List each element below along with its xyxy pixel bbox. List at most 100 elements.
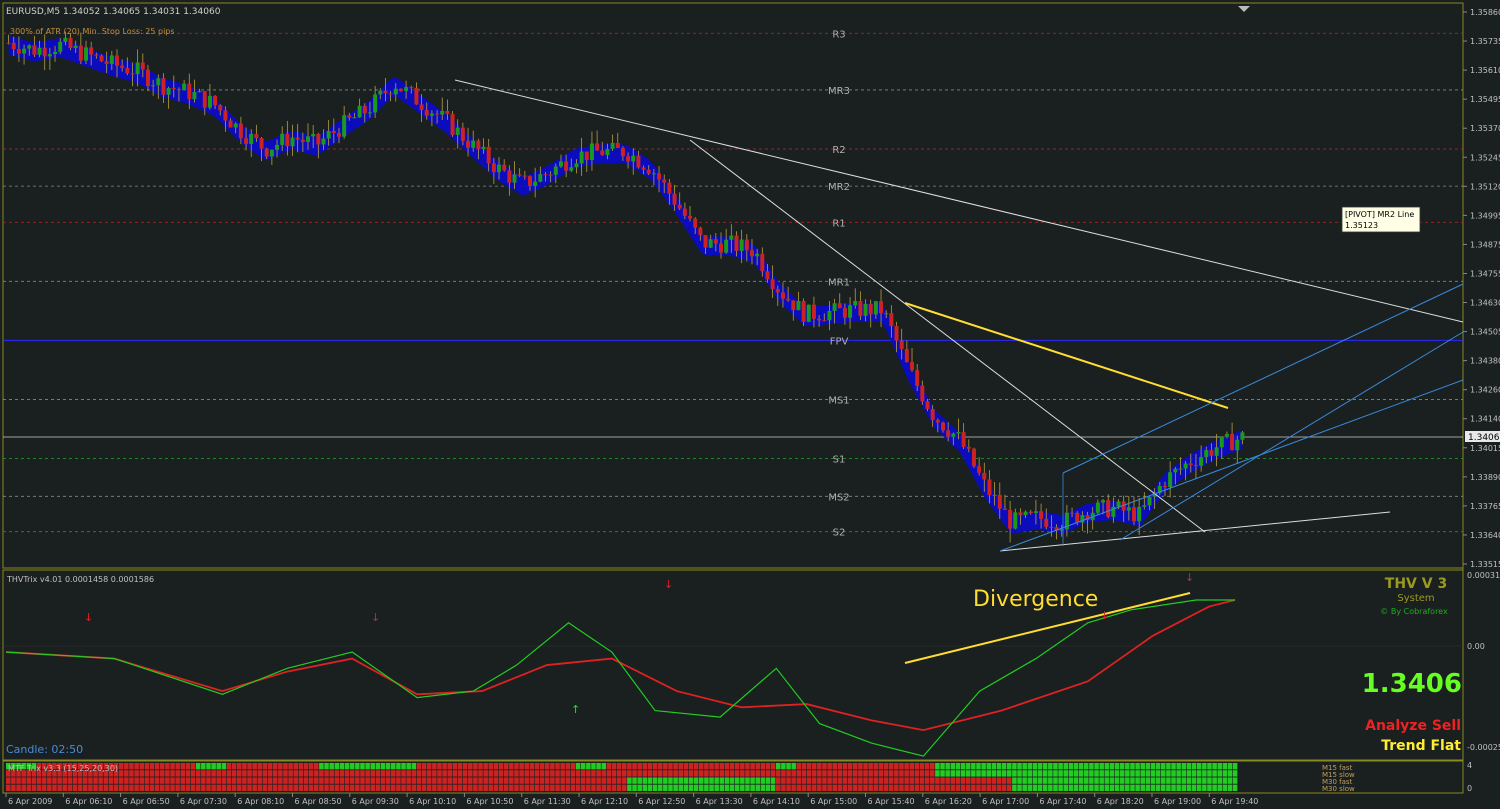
bear-candle — [450, 113, 455, 135]
bear-candle — [1008, 509, 1013, 529]
time-tick-label: 6 Apr 06:10 — [65, 797, 112, 806]
mtf-cell — [124, 770, 129, 777]
mtf-cell — [262, 784, 268, 791]
mtf-cell — [47, 784, 52, 791]
price-panel[interactable] — [2, 2, 1464, 569]
indicator-panel[interactable] — [2, 569, 1464, 761]
bull-candle — [373, 94, 378, 113]
mtf-cell — [806, 784, 812, 791]
mtf-cell — [545, 763, 550, 770]
mtf-cell — [1048, 784, 1053, 791]
mtf-cell — [801, 777, 807, 784]
mtf-cell — [991, 770, 997, 777]
mtf-cell — [1186, 784, 1192, 791]
mtf-cell — [1114, 763, 1120, 770]
bear-candle — [971, 448, 976, 467]
mtf-cell — [365, 770, 370, 777]
mtf-cell — [498, 784, 504, 791]
bear-candle — [522, 175, 527, 177]
mtf-cell — [642, 777, 648, 784]
mtf-cell — [950, 777, 956, 784]
mtf-cell — [858, 777, 863, 784]
mtf-cell — [627, 770, 632, 777]
mtf-cell — [206, 763, 211, 770]
mtf-cell — [401, 777, 406, 784]
bull-candle — [956, 432, 961, 434]
mtf-cell — [853, 763, 858, 770]
mtf-cell — [873, 777, 879, 784]
mtf-cell — [740, 777, 745, 784]
mtf-cell — [1109, 763, 1115, 770]
mtf-cell — [868, 784, 873, 791]
bear-candle — [817, 318, 822, 321]
time-tick-label: 6 Apr 19:00 — [1154, 797, 1201, 806]
mtf-cell — [432, 777, 437, 784]
mtf-cell — [1161, 770, 1166, 777]
mtf-cell — [591, 777, 596, 784]
mtf-cell — [1217, 784, 1222, 791]
chart-canvas[interactable]: R3MR3R2MR2R1MR1FPVMS1S1MS2S2 1.358601.35… — [0, 0, 1500, 809]
pivot-label: S1 — [833, 455, 846, 466]
mtf-cell — [319, 777, 324, 784]
mtf-cell — [837, 777, 843, 784]
bull-candle — [280, 133, 285, 145]
mtf-cell — [195, 784, 201, 791]
mtf-cell — [421, 763, 427, 770]
mtf-cell — [1068, 777, 1074, 784]
mtf-cell — [442, 763, 447, 770]
bull-candle — [755, 253, 760, 257]
mtf-cell — [1217, 777, 1222, 784]
mtf-cell — [580, 777, 586, 784]
mtf-cell — [329, 770, 334, 777]
mtf-cell — [257, 777, 263, 784]
mtf-cell — [52, 777, 57, 784]
bear-candle — [966, 446, 971, 449]
price-tick-label: 1.34995 — [1470, 211, 1500, 220]
mtf-cell — [899, 784, 904, 791]
mtf-cell — [129, 770, 134, 777]
mtf-cell — [180, 784, 186, 791]
mtf-cell — [31, 784, 37, 791]
mtf-cell — [401, 763, 406, 770]
bull-candle — [367, 112, 372, 114]
bull-candle — [481, 146, 486, 150]
mtf-cell — [940, 777, 945, 784]
bear-candle — [295, 137, 300, 140]
bear-candle — [749, 250, 754, 257]
mtf-cell — [591, 784, 596, 791]
mtf-cell — [67, 784, 73, 791]
mtf-cell — [124, 784, 129, 791]
mtf-cell — [391, 784, 396, 791]
mtf-cell — [981, 777, 986, 784]
mtf-cell — [842, 784, 848, 791]
bear-candle — [264, 148, 269, 157]
mtf-cell — [888, 777, 894, 784]
mtf-cell — [257, 784, 263, 791]
mtf-cell — [226, 784, 232, 791]
bear-candle — [868, 304, 873, 315]
mtf-cell — [986, 777, 991, 784]
mtf-cell — [452, 784, 458, 791]
bull-candle — [151, 85, 156, 87]
mtf-cell — [329, 763, 334, 770]
mtf-cell — [555, 777, 560, 784]
mtf-cell — [586, 770, 591, 777]
mtf-cell — [1181, 770, 1187, 777]
mtf-cell — [724, 777, 730, 784]
mtf-cell — [154, 784, 160, 791]
mtf-cell — [416, 784, 422, 791]
mtf-cell — [724, 770, 730, 777]
mtf-cell — [683, 770, 689, 777]
price-tick-label: 1.34875 — [1470, 240, 1500, 249]
mtf-cell — [129, 763, 134, 770]
mtf-cell — [339, 777, 345, 784]
mtf-cell — [185, 784, 191, 791]
bear-candle — [961, 432, 966, 447]
mtf-cell — [1007, 784, 1012, 791]
mtf-cell — [1053, 784, 1058, 791]
mtf-cell — [822, 784, 827, 791]
mtf-cell — [1212, 763, 1217, 770]
mtf-cell — [416, 770, 422, 777]
bull-candle — [192, 92, 197, 100]
mtf-cell — [47, 777, 52, 784]
